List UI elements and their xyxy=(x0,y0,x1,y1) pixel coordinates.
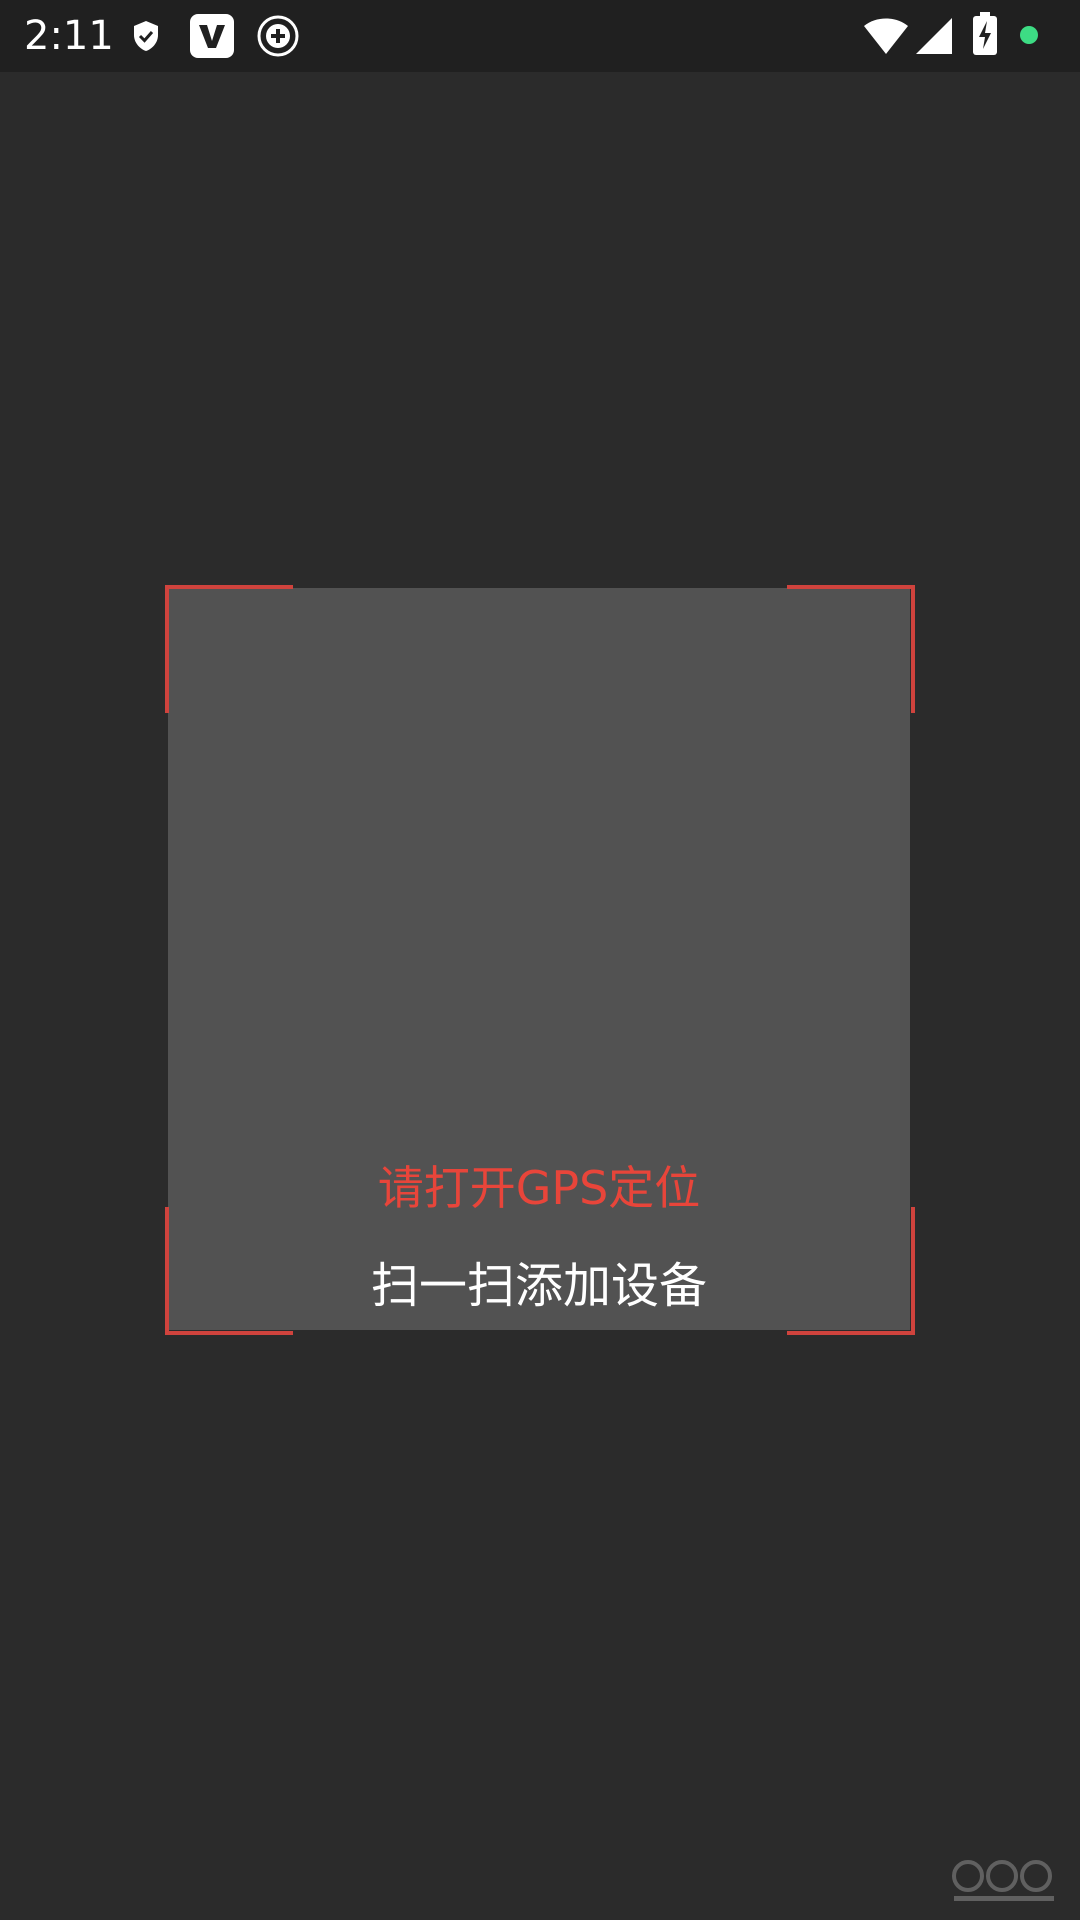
shield-icon xyxy=(134,21,158,51)
scan-hint-text: 扫一扫添加设备 xyxy=(370,1258,707,1314)
plus-circle-icon xyxy=(257,15,299,57)
watermark-logo-icon xyxy=(952,1860,1054,1901)
qr-scan-screen: 2:11 请打开GPS定位 扫一扫添加设备 xyxy=(0,0,1080,1920)
status-bar: 2:11 xyxy=(0,0,1080,72)
signal-icon xyxy=(916,18,952,54)
viewfinder-corner-top-right xyxy=(787,585,915,713)
viewfinder-corner-top-left xyxy=(165,585,293,713)
v-app-icon xyxy=(190,14,234,58)
battery-charging-icon xyxy=(973,12,997,55)
wifi-icon xyxy=(864,18,908,54)
gps-hint-text[interactable]: 请打开GPS定位 xyxy=(168,1158,910,1218)
green-dot-icon xyxy=(1020,26,1038,44)
status-time: 2:11 xyxy=(24,13,114,59)
